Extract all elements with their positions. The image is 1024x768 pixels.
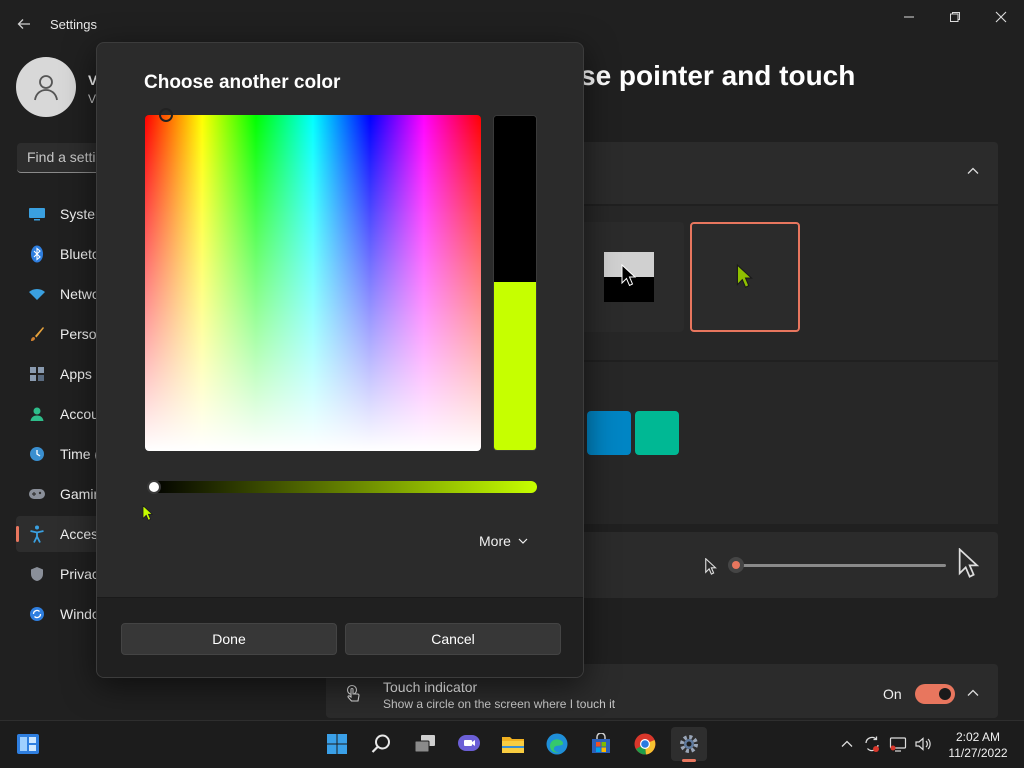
selected-color-preview — [494, 282, 536, 450]
touch-indicator-toggle[interactable] — [915, 684, 955, 704]
settings-icon[interactable] — [671, 727, 707, 761]
toggle-knob — [939, 688, 951, 700]
personalization-icon — [28, 325, 46, 343]
cancel-button[interactable]: Cancel — [345, 623, 561, 655]
display-icon[interactable] — [888, 734, 908, 754]
chevron-up-icon[interactable] — [966, 164, 980, 181]
large-cursor-icon — [958, 547, 980, 583]
system-icon — [28, 205, 46, 223]
pointer-cursor-icon — [142, 504, 154, 525]
shield-icon — [28, 565, 46, 583]
task-view-icon[interactable] — [407, 727, 443, 761]
active-indicator — [16, 526, 19, 542]
store-icon[interactable] — [583, 727, 619, 761]
back-button[interactable] — [10, 10, 38, 38]
app-title: Settings — [50, 17, 97, 32]
color-spectrum[interactable] — [145, 115, 481, 451]
color-preview — [493, 115, 537, 451]
user-email: V — [88, 92, 97, 106]
maximize-button[interactable] — [932, 2, 978, 32]
clock[interactable]: 2:02 AM 11/27/2022 — [940, 729, 1016, 761]
chevron-up-icon[interactable] — [837, 734, 857, 754]
accounts-icon — [28, 405, 46, 423]
user-icon — [34, 75, 58, 101]
restore-icon — [950, 12, 960, 22]
minimize-icon — [904, 16, 914, 18]
more-button[interactable]: More — [479, 527, 543, 555]
avatar[interactable] — [16, 57, 76, 117]
chevron-up-icon[interactable] — [966, 686, 980, 703]
accessibility-icon — [28, 525, 46, 543]
sidebar-item-label: Syster — [60, 206, 100, 222]
done-button[interactable]: Done — [121, 623, 337, 655]
network-icon — [28, 285, 46, 303]
search-placeholder: Find a setti — [27, 149, 96, 165]
choose-color-dialog: Choose another color More Done Cancel — [96, 42, 584, 678]
sidebar-item-label: Accou — [60, 406, 99, 422]
touch-indicator-state: On — [883, 686, 902, 702]
size-slider-thumb[interactable] — [728, 557, 744, 573]
color-swatch-teal[interactable] — [635, 411, 679, 455]
windows-update-icon — [28, 605, 46, 623]
custom-cursor-icon — [736, 264, 753, 289]
sync-icon[interactable] — [862, 734, 882, 754]
sidebar-item-label: Time ( — [60, 446, 100, 462]
bluetooth-icon — [28, 245, 46, 263]
gaming-icon — [28, 485, 46, 503]
active-app-indicator — [682, 759, 696, 762]
dialog-title: Choose another color — [144, 72, 341, 93]
page-title: se pointer and touch — [580, 60, 856, 91]
close-button[interactable] — [978, 2, 1024, 32]
chevron-down-icon — [518, 538, 528, 544]
more-label: More — [479, 533, 511, 549]
back-arrow-icon — [17, 19, 30, 29]
chrome-icon[interactable] — [627, 727, 663, 761]
sidebar-item-label: Acces — [60, 526, 99, 542]
inverted-cursor-preview — [604, 252, 654, 302]
value-slider-thumb[interactable] — [147, 480, 161, 494]
sidebar-item-label: Apps — [60, 366, 92, 382]
cancel-label: Cancel — [431, 631, 475, 647]
size-slider-track[interactable] — [736, 564, 946, 567]
start-icon[interactable] — [319, 727, 355, 761]
widgets-icon[interactable] — [10, 727, 46, 761]
sidebar-item-label: Windo — [60, 606, 100, 622]
touch-indicator-description: Show a circle on the screen where I touc… — [383, 697, 616, 711]
small-cursor-icon — [705, 557, 717, 579]
clock-date: 11/27/2022 — [948, 746, 1008, 760]
sidebar-item-label: Blueto — [60, 246, 100, 262]
volume-icon[interactable] — [913, 734, 933, 754]
chat-icon[interactable] — [451, 727, 487, 761]
file-explorer-icon[interactable] — [495, 727, 531, 761]
close-icon — [995, 11, 1007, 23]
cursor-style-inverted[interactable] — [574, 222, 684, 332]
search-icon[interactable] — [363, 727, 399, 761]
sidebar-item-label: Privac — [60, 566, 99, 582]
color-swatch-blue[interactable] — [587, 411, 631, 455]
clock-time: 2:02 AM — [955, 730, 1001, 744]
done-label: Done — [212, 631, 246, 647]
minimize-button[interactable] — [886, 2, 932, 32]
spectrum-handle[interactable] — [159, 108, 173, 122]
title-bar — [0, 0, 1024, 48]
previous-color-preview — [494, 116, 536, 282]
touch-icon — [344, 684, 362, 705]
touch-indicator-title: Touch indicator — [383, 679, 478, 695]
edge-icon[interactable] — [539, 727, 575, 761]
time-icon — [28, 445, 46, 463]
cursor-style-custom[interactable] — [690, 222, 800, 332]
sidebar-item-label: Netwo — [60, 286, 100, 302]
apps-icon — [28, 365, 46, 383]
value-slider[interactable] — [149, 481, 537, 493]
